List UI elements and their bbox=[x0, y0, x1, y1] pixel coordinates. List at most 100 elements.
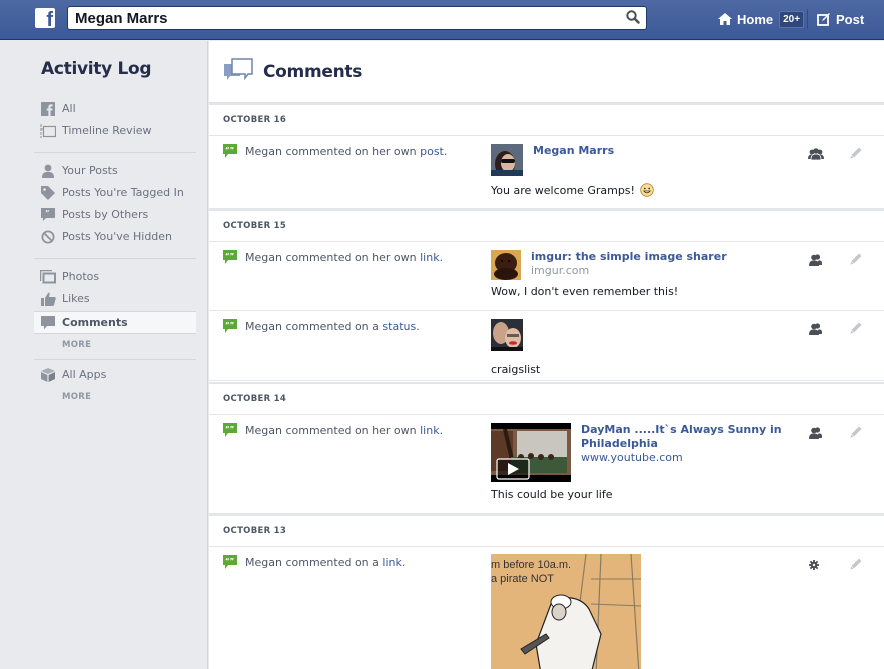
entry-punct: . bbox=[401, 555, 406, 569]
activity-entry: “” Megan commented on her own post. Mega… bbox=[209, 136, 884, 209]
comment-text: You are welcome Gramps! bbox=[491, 183, 655, 197]
comment-activity-icon: “” bbox=[223, 319, 237, 333]
entry-link[interactable]: link bbox=[420, 424, 439, 437]
page-title: Comments bbox=[263, 62, 363, 82]
facebook-logo-letter: f bbox=[46, 9, 53, 31]
entry-link[interactable]: post bbox=[420, 145, 444, 158]
sidebar-item-all-apps[interactable]: All Apps bbox=[34, 364, 196, 385]
friends-audience-icon[interactable] bbox=[808, 147, 824, 161]
person-icon bbox=[40, 163, 56, 179]
sidebar-item-hidden[interactable]: Posts You've Hidden bbox=[34, 226, 196, 247]
sidebar-item-label: Posts You're Tagged In bbox=[62, 186, 184, 199]
sidebar-divider bbox=[34, 152, 196, 153]
sidebar-item-all[interactable]: All bbox=[34, 98, 196, 119]
edit-pencil-icon[interactable] bbox=[850, 147, 862, 159]
sidebar-item-label: Posts by Others bbox=[62, 208, 149, 221]
friends-audience-icon[interactable] bbox=[808, 253, 824, 267]
sidebar-item-likes[interactable]: Likes bbox=[34, 288, 196, 309]
image-caption-line: m before 10a.m. bbox=[491, 559, 572, 571]
date-header: OCTOBER 15 bbox=[209, 209, 884, 242]
sidebar: Activity Log All Timeline Review Your Po… bbox=[0, 41, 208, 669]
entry-description: “” Megan commented on her own post. bbox=[223, 144, 447, 158]
sidebar-item-your-posts[interactable]: Your Posts bbox=[34, 160, 196, 181]
activity-log-title: Activity Log bbox=[41, 59, 152, 79]
activity-entry: “” Megan commented on a status. craigsli… bbox=[209, 311, 884, 381]
search-icon[interactable] bbox=[626, 10, 640, 24]
sidebar-item-label: Your Posts bbox=[62, 164, 118, 177]
date-header: OCTOBER 13 bbox=[209, 514, 884, 547]
notification-badge: 20+ bbox=[779, 10, 805, 28]
svg-text:“”: “” bbox=[225, 146, 234, 154]
search-input[interactable] bbox=[68, 7, 608, 29]
entry-punct: . bbox=[416, 319, 420, 333]
cube-icon bbox=[40, 367, 56, 383]
date-header: OCTOBER 14 bbox=[209, 382, 884, 415]
svg-text:“”: “” bbox=[225, 252, 234, 260]
sidebar-item-posts-by-others[interactable]: ” Posts by Others bbox=[34, 204, 196, 225]
svg-text:“”: “” bbox=[225, 321, 234, 329]
comments-header-icon bbox=[224, 58, 253, 81]
custom-audience-gear-icon[interactable] bbox=[808, 558, 824, 572]
sidebar-item-timeline-review[interactable]: Timeline Review bbox=[34, 120, 196, 141]
main-content: Comments OCTOBER 16 “” Megan commented o… bbox=[209, 41, 884, 669]
image-caption-line: a pirate NOT bbox=[491, 573, 554, 585]
sidebar-item-tagged[interactable]: Posts You're Tagged In bbox=[34, 182, 196, 203]
link-image[interactable]: m before 10a.m. a pirate NOT bbox=[491, 554, 641, 669]
profile-thumbnail[interactable] bbox=[491, 144, 523, 176]
entry-punct: . bbox=[439, 423, 444, 437]
more-link[interactable]: MORE bbox=[62, 340, 91, 350]
sidebar-item-photos[interactable]: Photos bbox=[34, 266, 196, 287]
entry-link[interactable]: status bbox=[382, 320, 416, 333]
sidebar-item-label: Comments bbox=[62, 316, 128, 329]
link-thumbnail[interactable] bbox=[491, 250, 521, 280]
entry-description: “” Megan commented on a status. bbox=[223, 319, 420, 333]
post-label: Post bbox=[836, 11, 865, 27]
sidebar-item-label: Timeline Review bbox=[62, 124, 152, 137]
entry-text: Megan commented on her own bbox=[245, 423, 421, 437]
attachment-domain[interactable]: www.youtube.com bbox=[581, 451, 683, 464]
entry-link[interactable]: link bbox=[420, 251, 439, 264]
image-caption: m before 10a.m. a pirate NOT bbox=[491, 558, 571, 586]
video-thumbnail[interactable] bbox=[491, 423, 571, 482]
entry-link[interactable]: link bbox=[382, 556, 401, 569]
compose-icon bbox=[817, 12, 830, 26]
attachment-title[interactable]: Megan Marrs bbox=[533, 144, 614, 158]
sidebar-item-label: Photos bbox=[62, 270, 100, 283]
edit-pencil-icon[interactable] bbox=[850, 322, 862, 334]
date-header: OCTOBER 16 bbox=[209, 103, 884, 136]
edit-pencil-icon[interactable] bbox=[850, 253, 862, 265]
hidden-icon bbox=[40, 229, 56, 245]
edit-pencil-icon[interactable] bbox=[850, 558, 862, 570]
post-link[interactable]: Post bbox=[817, 10, 864, 28]
comment-body: You are welcome Gramps! bbox=[491, 184, 635, 197]
entry-text: Megan commented on a bbox=[245, 319, 383, 333]
sidebar-item-comments[interactable]: Comments bbox=[34, 311, 196, 334]
comment-activity-icon: “” bbox=[223, 144, 237, 158]
quote-bubble-icon: ” bbox=[40, 207, 56, 223]
comment-text: Wow, I don't even remember this! bbox=[491, 285, 679, 298]
edit-pencil-icon[interactable] bbox=[850, 426, 862, 438]
date-label: OCTOBER 16 bbox=[223, 115, 287, 125]
comment-activity-icon: “” bbox=[223, 423, 237, 437]
sidebar-item-label: All Apps bbox=[62, 368, 107, 381]
attachment-title-line: DayMan .....It`s Always Sunny in bbox=[581, 423, 782, 436]
friends-audience-icon[interactable] bbox=[808, 322, 824, 336]
top-navigation-bar: f Home 20+ Post bbox=[0, 0, 884, 40]
entry-description: “” Megan commented on a link. bbox=[223, 555, 405, 569]
home-icon bbox=[718, 13, 732, 25]
friends-audience-icon[interactable] bbox=[808, 426, 824, 440]
sidebar-divider bbox=[34, 258, 196, 259]
comment-activity-icon: “” bbox=[223, 555, 237, 569]
status-thumbnail[interactable] bbox=[491, 319, 523, 351]
sidebar-item-label: Posts You've Hidden bbox=[62, 230, 173, 243]
entry-description: “” Megan commented on her own link. bbox=[223, 250, 443, 264]
attachment-title[interactable]: DayMan .....It`s Always Sunny in Philadel… bbox=[581, 423, 782, 451]
entry-punct: . bbox=[443, 144, 448, 158]
svg-text:“”: “” bbox=[225, 557, 234, 565]
home-link[interactable]: Home 20+ bbox=[718, 10, 805, 28]
facebook-logo-icon[interactable]: f bbox=[35, 8, 55, 31]
more-link[interactable]: MORE bbox=[62, 392, 91, 402]
attachment-title[interactable]: imgur: the simple image sharer bbox=[531, 250, 727, 264]
attachment-domain: imgur.com bbox=[531, 264, 590, 277]
date-label: OCTOBER 15 bbox=[223, 221, 287, 231]
